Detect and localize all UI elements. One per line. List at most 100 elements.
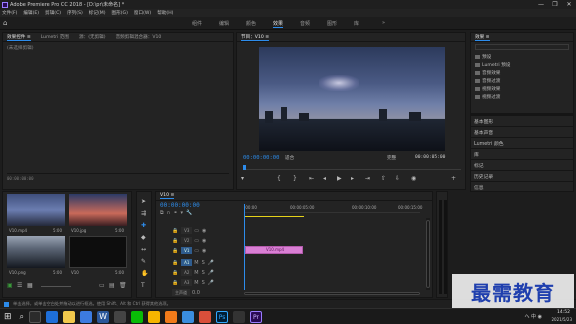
lock-icon[interactable]: 🔒 bbox=[172, 260, 178, 266]
wrench-icon[interactable]: 🔧 bbox=[186, 210, 192, 216]
solo-icon[interactable]: S bbox=[202, 260, 205, 266]
slip-tool-icon[interactable]: ↔ bbox=[141, 246, 146, 253]
mute-icon[interactable]: M bbox=[194, 260, 198, 266]
export-frame-icon[interactable]: ◉ bbox=[411, 175, 416, 182]
panel-info[interactable]: 信息 bbox=[471, 181, 573, 192]
eye-icon[interactable]: ◉ bbox=[202, 248, 206, 254]
track-label-a1[interactable]: A1 bbox=[181, 259, 193, 266]
tab-program[interactable]: 节目：V10 ≡ bbox=[241, 34, 270, 41]
workspace-tab-color[interactable]: 颜色 bbox=[246, 20, 256, 27]
eye-icon[interactable]: ◉ bbox=[202, 238, 206, 244]
app-icon[interactable] bbox=[233, 310, 246, 323]
taskbar-clock-time[interactable]: 14:52 bbox=[557, 310, 570, 315]
thumbnail-v10-jpg[interactable] bbox=[69, 194, 127, 226]
selection-tool-icon[interactable]: ➤ bbox=[141, 198, 146, 205]
thumbnail-v10-sequence[interactable] bbox=[69, 236, 127, 268]
scroll-thumb[interactable] bbox=[244, 292, 420, 295]
mic-icon[interactable]: 🎤 bbox=[208, 280, 214, 286]
qq-icon[interactable] bbox=[182, 310, 195, 323]
workspace-tab-editing[interactable]: 编辑 bbox=[219, 20, 229, 27]
mic-icon[interactable]: 🎤 bbox=[208, 260, 214, 266]
mic-icon[interactable]: 🎤 bbox=[208, 270, 214, 276]
ripple-edit-tool-icon[interactable]: ✚ bbox=[141, 222, 146, 229]
workspace-tab-audio[interactable]: 音频 bbox=[300, 20, 310, 27]
timeline-horizontal-scrollbar[interactable] bbox=[244, 292, 420, 295]
master-volume-value[interactable]: 0.0 bbox=[192, 290, 200, 296]
track-label-v1[interactable]: V1 bbox=[181, 247, 193, 254]
timeline-ruler[interactable]: :00:00 00:00:05:00 00:00:10:00 00:00:15:… bbox=[244, 201, 422, 213]
lock-icon[interactable]: 🔒 bbox=[172, 238, 178, 244]
menu-help[interactable]: 帮助(H) bbox=[157, 10, 173, 16]
file-explorer-icon[interactable] bbox=[63, 310, 76, 323]
sync-lock-icon[interactable]: ▭ bbox=[194, 238, 199, 244]
menu-clip[interactable]: 剪辑(C) bbox=[45, 10, 61, 16]
button-editor-icon[interactable]: + bbox=[451, 175, 456, 182]
search-icon[interactable]: ⌕ bbox=[20, 312, 24, 322]
tab-lumetri-scopes[interactable]: Lumetri 范围 bbox=[41, 34, 69, 40]
menu-edit[interactable]: 编辑(E) bbox=[23, 10, 39, 16]
effects-item-video-effects[interactable]: 视频效果 bbox=[475, 86, 500, 92]
work-area-bar[interactable] bbox=[244, 216, 304, 217]
app-icon[interactable] bbox=[80, 310, 93, 323]
tab-audio-clip-mixer[interactable]: 音频剪辑混合器：V10 bbox=[116, 34, 162, 40]
timeline-vertical-scrollbar[interactable] bbox=[426, 218, 430, 290]
workspace-tab-graphics[interactable]: 图形 bbox=[327, 20, 337, 27]
sync-lock-icon[interactable]: ▭ bbox=[194, 248, 199, 254]
eye-icon[interactable]: ◉ bbox=[202, 228, 206, 234]
program-current-timecode[interactable]: 00:00:00:00 bbox=[243, 155, 279, 161]
workspace-tab-assembly[interactable]: 组件 bbox=[192, 20, 202, 27]
minimize-button[interactable]: — bbox=[534, 0, 548, 9]
lock-icon[interactable]: 🔒 bbox=[172, 248, 178, 254]
effects-item-video-transitions[interactable]: 视频过渡 bbox=[475, 94, 500, 100]
photoshop-icon[interactable]: Ps bbox=[216, 310, 229, 323]
mute-icon[interactable]: M bbox=[194, 270, 198, 276]
add-marker-icon[interactable]: ▾ bbox=[180, 210, 183, 216]
extract-icon[interactable]: ⇩ bbox=[395, 175, 400, 182]
effects-item-audio-effects[interactable]: 音频效果 bbox=[475, 70, 500, 76]
program-scrub-bar[interactable] bbox=[243, 165, 461, 170]
lock-icon[interactable]: ▣ bbox=[7, 282, 13, 289]
workspace-tab-libraries[interactable]: 库 bbox=[354, 20, 359, 27]
panel-essential-sound[interactable]: 基本声音 bbox=[471, 126, 573, 137]
razor-tool-icon[interactable]: ◆ bbox=[141, 234, 146, 241]
add-marker-icon[interactable]: ▾ bbox=[241, 175, 244, 182]
lock-icon[interactable]: 🔒 bbox=[172, 280, 178, 286]
home-icon[interactable]: ⌂ bbox=[3, 20, 10, 27]
effects-item-presets[interactable]: 预设 bbox=[475, 54, 491, 60]
panel-libraries[interactable]: 库 bbox=[471, 148, 573, 159]
pen-tool-icon[interactable]: ✎ bbox=[141, 258, 146, 265]
app-icon[interactable] bbox=[165, 310, 178, 323]
zoom-slider[interactable] bbox=[41, 286, 71, 287]
track-label-v3[interactable]: V3 bbox=[181, 227, 193, 234]
tab-effects[interactable]: 效果 ≡ bbox=[475, 34, 490, 41]
track-select-tool-icon[interactable]: ⇶ bbox=[141, 210, 146, 217]
new-bin-icon[interactable]: ▭ bbox=[99, 282, 105, 289]
thumbnail-v10-png[interactable] bbox=[7, 236, 65, 268]
nest-icon[interactable]: ⧉ bbox=[160, 210, 164, 216]
premiere-taskbar-icon[interactable]: Pr bbox=[250, 310, 263, 323]
go-to-out-icon[interactable]: ⇥ bbox=[365, 175, 370, 182]
panel-markers[interactable]: 标记 bbox=[471, 159, 573, 170]
fit-dropdown[interactable]: 适合 bbox=[285, 155, 294, 161]
mute-icon[interactable]: M bbox=[194, 280, 198, 286]
solo-icon[interactable]: S bbox=[202, 280, 205, 286]
lift-icon[interactable]: ⇧ bbox=[381, 175, 386, 182]
effects-item-audio-transitions[interactable]: 音频过渡 bbox=[475, 78, 500, 84]
tab-effect-controls[interactable]: 效果控件 ≡ bbox=[7, 34, 31, 41]
playhead-icon[interactable] bbox=[243, 165, 246, 170]
effects-search-input[interactable] bbox=[475, 44, 569, 50]
solo-icon[interactable]: S bbox=[202, 270, 205, 276]
clip-v10-mp4[interactable]: V10.mp4 bbox=[245, 246, 303, 254]
menu-marker[interactable]: 标记(M) bbox=[89, 10, 106, 16]
quality-dropdown[interactable]: 完整 bbox=[387, 155, 396, 161]
workspace-more-button[interactable]: » bbox=[382, 20, 385, 26]
track-label-a2[interactable]: A2 bbox=[181, 269, 193, 276]
panel-lumetri-color[interactable]: Lumetri 颜色 bbox=[471, 137, 573, 148]
menu-sequence[interactable]: 序列(S) bbox=[67, 10, 83, 16]
icon-view-icon[interactable]: ▦ bbox=[27, 282, 33, 289]
play-icon[interactable]: ▶ bbox=[337, 175, 342, 182]
wechat-icon[interactable] bbox=[131, 310, 144, 323]
edge-browser-icon[interactable] bbox=[46, 310, 59, 323]
app-icon[interactable] bbox=[148, 310, 161, 323]
snap-icon[interactable]: ∩ bbox=[167, 210, 171, 216]
